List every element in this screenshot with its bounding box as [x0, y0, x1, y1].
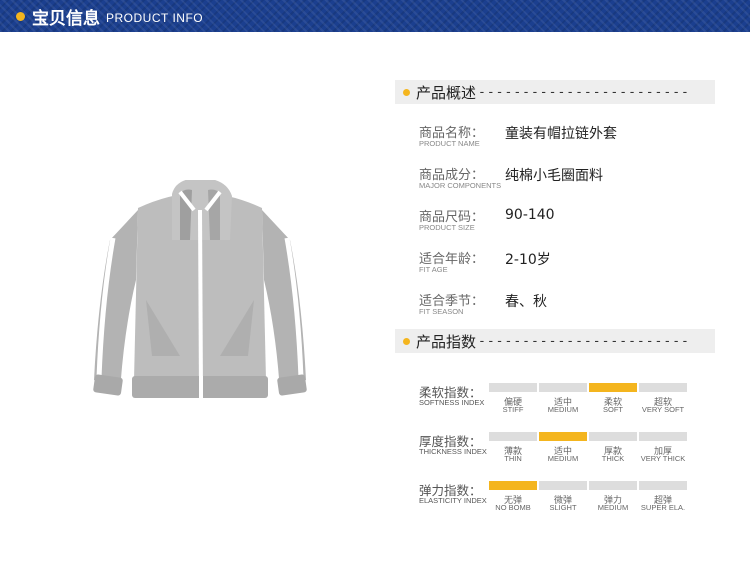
header-banner: 宝贝信息 PRODUCT INFO: [0, 0, 750, 32]
index-bar: [489, 383, 537, 392]
index-option: 超弹 SUPER ELA.: [639, 481, 687, 521]
index-section-header: 产品指数 ------------------------: [395, 329, 715, 353]
index-bar: [639, 481, 687, 490]
index-bar: [539, 383, 587, 392]
index-bar: [639, 383, 687, 392]
index-options: 偏硬 STIFF 适中 MEDIUM 柔软 SOFT 超软 VERY SOFT: [489, 383, 689, 423]
index-label-en: THICKNESS INDEX: [419, 447, 487, 456]
info-label-en: FIT AGE: [419, 265, 448, 274]
index-row-elasticity: 弹力指数： ELASTICITY INDEX 无弹 NO BOMB 微弹 SLI…: [419, 480, 719, 520]
index-option-label-en: SUPER ELA.: [640, 503, 686, 512]
index-option: 偏硬 STIFF: [489, 383, 537, 423]
info-value: 纯棉小毛圈面料: [505, 168, 603, 184]
info-value: 2-10岁: [505, 252, 551, 268]
banner-title: 宝贝信息: [32, 8, 100, 29]
index-option: 加厚 VERY THICK: [639, 432, 687, 472]
index-bar: [539, 432, 587, 441]
index-option: 薄款 THIN: [489, 432, 537, 472]
index-bar: [489, 481, 537, 490]
index-title: 产品指数: [416, 332, 477, 351]
bullet-dot-icon: [403, 337, 410, 345]
info-label-en: FIT SEASON: [419, 307, 464, 316]
product-image: [93, 180, 307, 398]
index-option: 微弹 SLIGHT: [539, 481, 587, 521]
index-option-label-en: VERY SOFT: [641, 405, 685, 414]
index-label-en: SOFTNESS INDEX: [419, 398, 485, 407]
overview-title: 产品概述: [416, 83, 477, 102]
index-row-thickness: 厚度指数： THICKNESS INDEX 薄款 THIN 适中 MEDIUM …: [419, 431, 719, 471]
info-row-product-name: 商品名称： PRODUCT NAME 童装有帽拉链外套: [419, 122, 719, 152]
index-label-en: ELASTICITY INDEX: [419, 496, 487, 505]
overview-section-header: 产品概述 ------------------------: [395, 80, 715, 104]
index-option: 适中 MEDIUM: [539, 383, 587, 423]
index-row-softness: 柔软指数： SOFTNESS INDEX 偏硬 STIFF 适中 MEDIUM …: [419, 382, 719, 422]
info-label-en: PRODUCT NAME: [419, 139, 480, 148]
info-row-components: 商品成分： MAJOR COMPONENTS 纯棉小毛圈面料: [419, 164, 719, 194]
index-bar: [639, 432, 687, 441]
index-bar: [589, 481, 637, 490]
info-row-size: 商品尺码： PRODUCT SIZE 90-140: [419, 206, 719, 236]
info-label-en: PRODUCT SIZE: [419, 223, 475, 232]
info-label-en: MAJOR COMPONENTS: [419, 181, 502, 190]
index-options: 无弹 NO BOMB 微弹 SLIGHT 弹力 MEDIUM 超弹 SUPER …: [489, 481, 689, 521]
info-row-season: 适合季节： FIT SEASON 春、秋: [419, 290, 719, 320]
bullet-dot-icon: [16, 11, 25, 21]
bullet-dot-icon: [403, 88, 410, 96]
index-option: 无弹 NO BOMB: [489, 481, 537, 521]
divider-dashes: ------------------------: [478, 333, 690, 349]
index-bar: [489, 432, 537, 441]
divider-dashes: ------------------------: [478, 84, 690, 100]
index-options: 薄款 THIN 适中 MEDIUM 厚款 THICK 加厚 VERY THICK: [489, 432, 689, 472]
index-bar: [539, 481, 587, 490]
index-option: 柔软 SOFT: [589, 383, 637, 423]
index-option: 适中 MEDIUM: [539, 432, 587, 472]
index-option-label-en: VERY THICK: [640, 454, 686, 463]
index-bar: [589, 432, 637, 441]
info-row-age: 适合年龄： FIT AGE 2-10岁: [419, 248, 719, 278]
index-option: 超软 VERY SOFT: [639, 383, 687, 423]
index-option: 弹力 MEDIUM: [589, 481, 637, 521]
info-value: 童装有帽拉链外套: [505, 126, 617, 142]
index-option: 厚款 THICK: [589, 432, 637, 472]
index-bar: [589, 383, 637, 392]
banner-subtitle: PRODUCT INFO: [106, 10, 204, 25]
info-value: 90-140: [505, 207, 555, 223]
info-value: 春、秋: [505, 294, 547, 310]
